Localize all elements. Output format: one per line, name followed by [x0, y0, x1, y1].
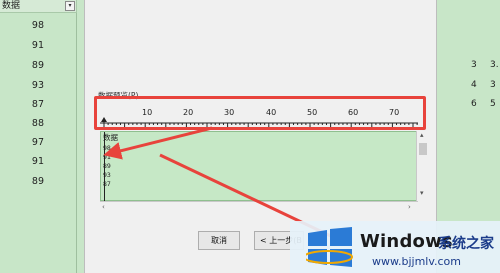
red-arrow-to-preview: [103, 126, 213, 160]
windows-logo-icon: [306, 227, 353, 267]
watermark-cn: 系统之家: [438, 236, 494, 252]
watermark-url: www.bjjmlv.com: [372, 255, 461, 268]
